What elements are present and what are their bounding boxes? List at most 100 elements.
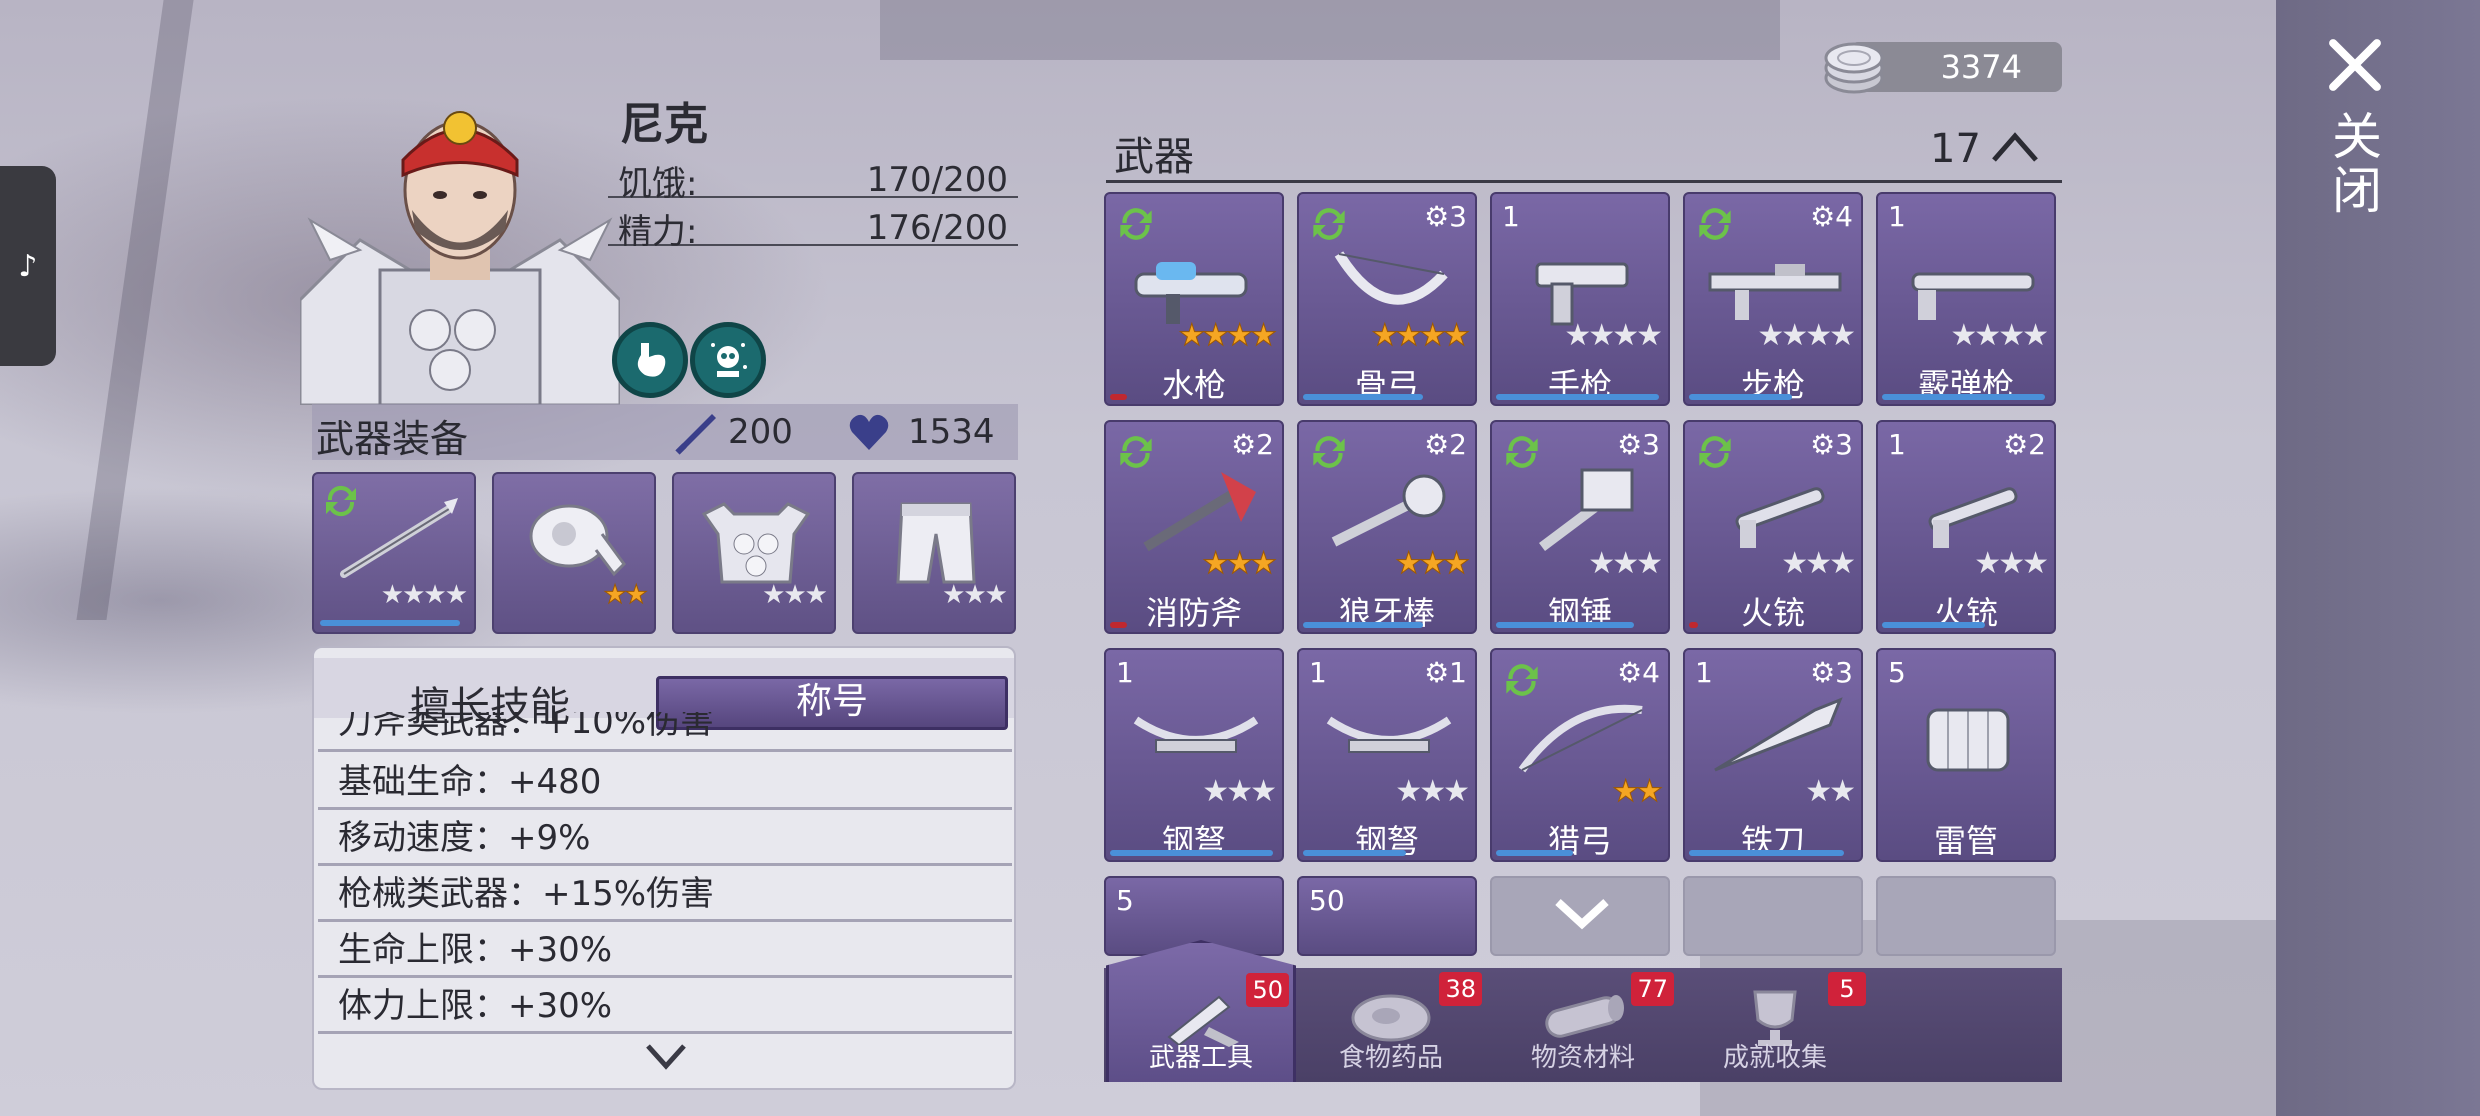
tab-label: 食物药品 [1338,1043,1443,1073]
weapon-item[interactable]: ⚙2 ★★★ 消防斧 [1104,420,1284,634]
star-icon: ★ [1612,774,1640,810]
gear-icon: ⚙ [1231,428,1257,461]
durability-bar [1303,850,1406,856]
durability-bar [1689,622,1698,628]
weapon-item[interactable]: 1 ★★★★ 霰弹枪 [1876,192,2056,406]
star-icon: ★ [1974,546,2001,581]
tab-label: 成就收集 [1722,1043,1827,1073]
expand-more-button[interactable] [1490,876,1670,956]
star-icon: ★ [1395,546,1423,582]
durability-bar [1303,622,1423,628]
upgrade-level: ⚙2 [1231,428,1274,461]
skill-row: 移动速度：+9% [318,812,1012,866]
count-badge: 50 [1246,973,1289,1007]
star-icon: ★ [1226,774,1253,809]
star-icon: ★ [1998,546,2025,581]
skill-row: 基础生命：+480 [318,756,1012,810]
tab-log[interactable]: 77 物资材料 [1488,968,1678,1082]
weapons-divider [1106,180,2062,183]
weapon-name: 水枪 [1161,366,1226,404]
chevron-up-icon[interactable] [1990,126,2040,166]
star-icon: ★ [1974,318,2001,353]
equip-slot-head[interactable]: ★★ [492,472,656,634]
star-icon: ★ [2022,318,2049,353]
weapon-item[interactable]: 1 ⚙1 ★★★ 钢弩 [1297,648,1477,862]
star-icon: ★ [1636,774,1664,810]
gear-icon: ⚙ [1617,656,1643,689]
item-stars: ★★★★ [1178,318,1278,354]
weapon-item[interactable]: 1 ⚙2 ★★★ 火铳 [1876,420,2056,634]
star-icon: ★ [1419,546,1447,582]
weapon-item[interactable]: ⚙4 ★★★★ 步枪 [1683,192,1863,406]
weapon-item[interactable]: ⚙3 ★★★ 火铳 [1683,420,1863,634]
star-icon: ★ [1612,546,1639,581]
star-icon: ★ [1202,546,1230,582]
attack-value: 200 [728,412,793,452]
weapon-item[interactable]: 1 ★★★★ 手枪 [1490,192,1670,406]
star-icon: ★ [1564,318,1591,353]
weapon-art [1926,708,2010,772]
weapon-item[interactable]: ⚙3 ★★★★ 骨弓 [1297,192,1477,406]
upgrade-level: ⚙3 [1810,656,1853,689]
durability-bar [1882,622,1985,628]
health-value: 1534 [908,412,995,452]
weapon-item[interactable]: ⚙4 ★★ 猎弓 [1490,648,1670,862]
durability-bar [1110,622,1127,628]
item-stars: ★★★★ [1564,318,1663,353]
item-stars: ★★★★ [1371,318,1471,354]
empty-slot [1683,876,1863,956]
hunger-value: 170/200 [866,160,1008,200]
empty-slot [1876,876,2056,956]
tab-label: 武器工具 [1148,1043,1253,1073]
music-note-icon: ♪ [18,248,38,284]
close-icon[interactable] [2320,30,2390,100]
equip-slot-legs[interactable]: ★★★ [852,472,1016,634]
item-stars: ★★★ [1588,546,1663,581]
star-icon: ★ [1781,546,1808,581]
weapon-item[interactable]: 50 [1297,876,1477,956]
slot-stars: ★★★ [762,580,828,610]
item-quantity: 1 [1309,656,1327,689]
weapon-item[interactable]: 1 ★★★ 钢弩 [1104,648,1284,862]
music-toggle-button[interactable]: ♪ [0,166,56,366]
upgrade-level: ⚙4 [1617,656,1660,689]
item-stars: ★★★ [1974,546,2049,581]
tab-tools[interactable]: 50 武器工具 [1106,940,1296,1082]
spear-icon [340,498,458,578]
tab-meat[interactable]: 38 食物药品 [1296,968,1486,1082]
item-quantity: 50 [1309,884,1345,917]
star-icon: ★ [1226,546,1254,582]
star-icon: ★ [1250,318,1278,354]
weapon-item[interactable]: 5 雷管 [1876,648,2056,862]
star-icon: ★ [1419,318,1447,354]
star-icon: ★ [1829,318,1856,353]
equip-slot-weapon[interactable]: ★★★★ [312,472,476,634]
weapon-item[interactable]: ⚙2 ★★★ 狼牙棒 [1297,420,1477,634]
weapon-name: 消防斧 [1145,594,1242,632]
skill-row: 枪械类武器：+15%伤害 [318,868,1012,922]
skull-status-icon[interactable] [690,322,766,398]
durability-bar [1303,394,1423,400]
close-button-label[interactable]: 关闭 [2322,110,2382,218]
star-icon: ★ [1202,318,1230,354]
weapon-item[interactable]: ⚙3 ★★★ 钢锤 [1490,420,1670,634]
tab-label: 物资材料 [1530,1043,1635,1073]
star-icon: ★ [1178,318,1206,354]
stomach-status-icon[interactable] [612,322,688,398]
skills-tab-bar: 擅长技能 称号 [314,658,1014,730]
weapon-item[interactable]: 1 ⚙3 ★★ 铁刀 [1683,648,1863,862]
item-stars: ★★★★ [1757,318,1856,353]
durability-bar [1496,394,1659,400]
tab-trophy[interactable]: 5 成就收集 [1680,968,1870,1082]
star-icon: ★ [1757,318,1784,353]
item-quantity: 1 [1502,200,1520,233]
chevron-down-icon[interactable] [644,1034,688,1078]
hunger-label: 饥饿: [618,164,698,204]
equip-slot-body[interactable]: ★★★ [672,472,836,634]
star-icon: ★ [1950,318,1977,353]
star-icon: ★ [1443,318,1471,354]
star-icon: ★ [1250,774,1277,809]
gear-icon: ⚙ [1810,428,1836,461]
gear-icon: ⚙ [1424,656,1450,689]
weapon-item[interactable]: ★★★★ 水枪 [1104,192,1284,406]
